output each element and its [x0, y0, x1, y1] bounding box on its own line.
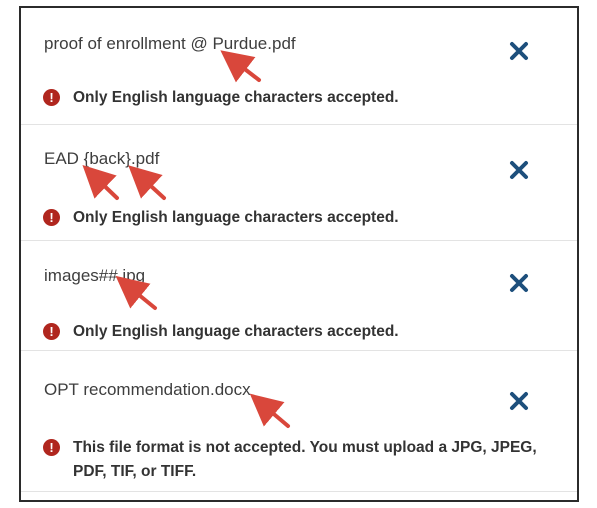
remove-file-button[interactable] [506, 157, 532, 183]
error-text: This file format is not accepted. You mu… [73, 439, 537, 480]
close-icon [510, 161, 528, 179]
error-message: ! This file format is not accepted. You … [43, 436, 557, 484]
file-name: EAD {back}.pdf [44, 149, 160, 168]
close-icon [510, 274, 528, 292]
exclamation-circle-icon: ! [43, 209, 60, 226]
close-icon [510, 392, 528, 410]
file-row: OPT recommendation.docx ! This file form… [21, 350, 577, 492]
error-text: Only English language characters accepte… [73, 209, 399, 226]
remove-file-button[interactable] [506, 388, 532, 414]
close-icon [510, 42, 528, 60]
error-text: Only English language characters accepte… [73, 323, 399, 340]
remove-file-button[interactable] [506, 38, 532, 64]
file-row: proof of enrollment @ Purdue.pdf ! Only … [21, 8, 577, 125]
remove-file-button[interactable] [506, 270, 532, 296]
exclamation-circle-icon: ! [43, 323, 60, 340]
error-message: ! Only English language characters accep… [43, 206, 557, 230]
file-row: images##.jpg ! Only English language cha… [21, 240, 577, 351]
file-name: images##.jpg [44, 266, 146, 285]
exclamation-circle-icon: ! [43, 89, 60, 106]
error-message: ! Only English language characters accep… [43, 86, 557, 110]
error-text: Only English language characters accepte… [73, 89, 399, 106]
upload-error-list: proof of enrollment @ Purdue.pdf ! Only … [19, 6, 579, 502]
exclamation-circle-icon: ! [43, 439, 60, 456]
file-name: proof of enrollment @ Purdue.pdf [44, 34, 296, 53]
file-row: EAD {back}.pdf ! Only English language c… [21, 124, 577, 241]
file-name: OPT recommendation.docx [44, 380, 251, 399]
error-message: ! Only English language characters accep… [43, 320, 557, 344]
